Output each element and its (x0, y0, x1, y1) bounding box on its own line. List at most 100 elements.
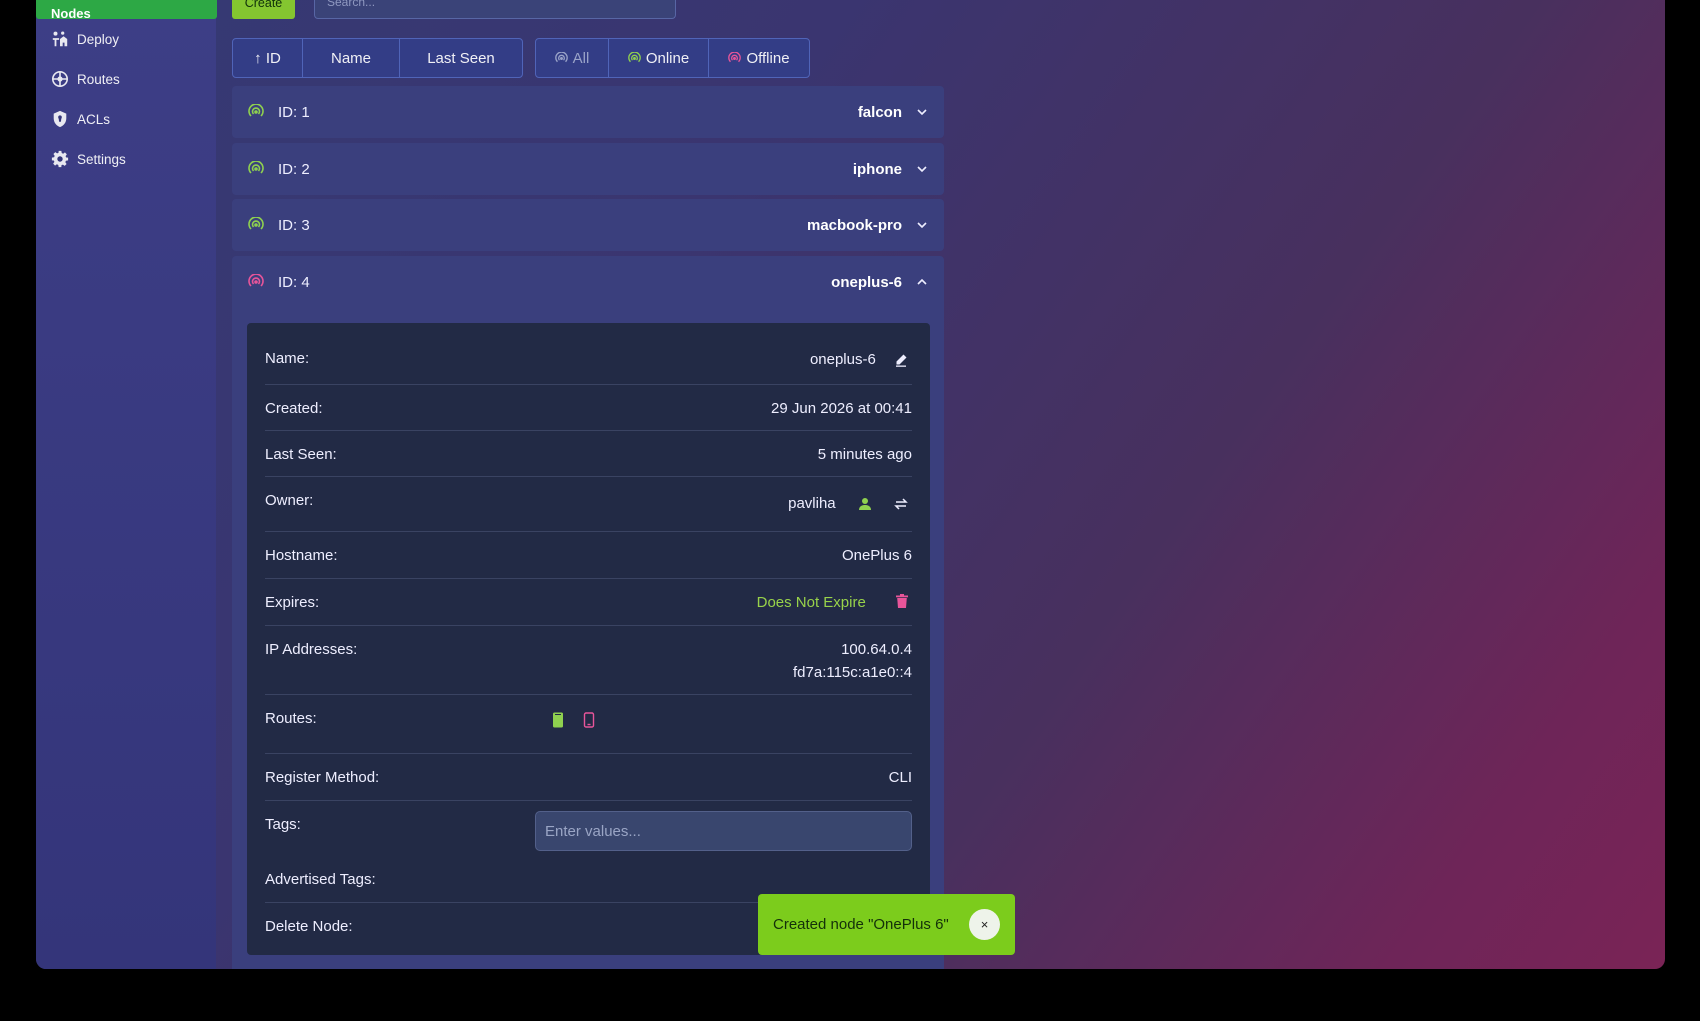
detail-label: Name: (265, 350, 310, 367)
online-signal-icon (248, 217, 264, 230)
detail-row-last-seen: Last Seen: 5 minutes ago (265, 431, 912, 477)
detail-label: Created: (265, 400, 323, 417)
detail-value: 5 minutes ago (817, 446, 912, 463)
detail-row-ip-addresses: IP Addresses: 100.64.0.4 fd7a:115c:a1e0:… (265, 626, 912, 695)
detail-label: Tags: (265, 816, 301, 833)
signal-icon (554, 51, 568, 62)
chevron-down-icon[interactable] (916, 106, 928, 118)
node-row[interactable]: ID: 3 macbook-pro (232, 199, 944, 251)
sidebar-item-routes[interactable]: Routes (51, 68, 120, 90)
toast-close-button[interactable]: × (969, 909, 1000, 940)
detail-value: oneplus-6 (810, 351, 912, 368)
node-row[interactable]: ID: 4 oneplus-6 (232, 256, 944, 308)
node-row[interactable]: ID: 1 falcon (232, 86, 944, 138)
close-icon: × (980, 917, 989, 932)
sort-name-label: Name (330, 49, 371, 67)
sort-id-button[interactable]: ↑ ID (232, 38, 303, 78)
sidebar-item-settings[interactable]: Settings (51, 148, 126, 170)
user-icon (858, 498, 871, 511)
detail-label: Owner: (265, 492, 314, 509)
chevron-up-icon[interactable] (916, 276, 928, 288)
node-name: falcon (857, 103, 902, 121)
ipv4-value: 100.64.0.4 (841, 641, 912, 658)
sidebar-item-label: Settings (77, 151, 126, 167)
detail-row-created: Created: 29 Jun 2026 at 00:41 (265, 385, 912, 431)
transfer-icon[interactable] (894, 497, 908, 511)
sort-id-label: ↑ ID (254, 49, 281, 67)
signal-icon (628, 51, 641, 62)
exit-node-disabled-icon[interactable] (583, 712, 595, 728)
filter-online-label: Online (645, 49, 690, 67)
detail-row-register-method: Register Method: CLI (265, 754, 912, 801)
detail-value: Does Not Expire (757, 594, 912, 611)
detail-value: pavliha (788, 495, 912, 512)
tags-input[interactable] (535, 811, 912, 851)
filter-online-button[interactable]: Online (608, 38, 709, 78)
node-id: ID: 2 (278, 160, 310, 178)
detail-value: CLI (888, 769, 912, 786)
node-name-value: oneplus-6 (809, 351, 876, 368)
sort-group: ↑ ID Name Last Seen (232, 38, 523, 78)
exit-node-enabled-icon[interactable] (552, 712, 564, 728)
filter-offline-label: Offline (746, 49, 790, 67)
filter-group: All Online Offline (535, 38, 810, 78)
sidebar-item-label: ACLs (77, 111, 111, 127)
deploy-icon (52, 31, 68, 47)
sidebar-item-label: Deploy (77, 31, 120, 47)
expires-value: Does Not Expire (756, 594, 866, 611)
detail-row-routes: Routes: (265, 695, 912, 754)
detail-label: Register Method: (265, 769, 380, 786)
toast-notification: Created node "OnePlus 6" × (758, 894, 1015, 955)
node-details-card: Name: oneplus-6 Created: 29 Jun 2026 at … (247, 323, 930, 955)
toast-message: Created node "OnePlus 6" (773, 916, 949, 933)
chevron-down-icon[interactable] (916, 163, 928, 175)
sidebar: Nodes Deploy Routes ACLs Settings (36, 0, 217, 969)
filter-offline-button[interactable]: Offline (708, 38, 810, 78)
detail-label: Routes: (265, 710, 317, 727)
detail-label: Last Seen: (265, 446, 337, 463)
trash-icon[interactable] (896, 594, 908, 608)
sidebar-item-acls[interactable]: ACLs (51, 108, 110, 130)
routes-icon (51, 70, 69, 88)
node-name: macbook-pro (806, 216, 902, 234)
detail-label: Delete Node: (265, 918, 353, 935)
detail-row-expires: Expires: Does Not Expire (265, 579, 912, 626)
sort-last-seen-button[interactable]: Last Seen (399, 38, 523, 78)
owner-value: pavliha (788, 495, 836, 512)
online-signal-icon (248, 161, 264, 174)
detail-label: Advertised Tags: (265, 871, 376, 888)
gear-icon (51, 150, 69, 168)
search-input[interactable]: Search... (314, 0, 676, 19)
detail-value: OnePlus 6 (841, 547, 912, 564)
detail-row-name: Name: oneplus-6 (265, 323, 912, 385)
signal-icon (728, 51, 742, 62)
detail-label: Expires: (265, 594, 320, 611)
filter-all-label: All (572, 49, 590, 67)
online-signal-icon (248, 104, 264, 117)
node-row[interactable]: ID: 2 iphone (232, 143, 944, 195)
app-window: Nodes Deploy Routes ACLs Settings Create… (36, 0, 1665, 969)
node-name: iphone (852, 160, 902, 178)
sidebar-item-nodes[interactable]: Nodes (36, 0, 217, 21)
node-name: oneplus-6 (831, 273, 902, 291)
ipv6-value: fd7a:115c:a1e0::4 (793, 664, 912, 681)
offline-signal-icon (248, 274, 264, 287)
create-button[interactable]: Create (232, 0, 295, 19)
detail-row-owner: Owner: pavliha (265, 477, 912, 532)
detail-label: Hostname: (265, 547, 338, 564)
chevron-down-icon[interactable] (916, 219, 928, 231)
sort-last-seen-label: Last Seen (427, 49, 495, 67)
filter-all-button[interactable]: All (535, 38, 609, 78)
search-placeholder: Search... (327, 0, 376, 9)
detail-label: IP Addresses: (265, 641, 358, 658)
create-button-label: Create (244, 0, 283, 10)
detail-value: 29 Jun 2026 at 00:41 (771, 400, 912, 417)
sidebar-item-label: Nodes (51, 6, 91, 21)
edit-icon[interactable] (894, 353, 908, 367)
sidebar-item-deploy[interactable]: Deploy (51, 28, 119, 50)
sidebar-item-label: Routes (77, 71, 120, 87)
shield-icon (53, 110, 67, 128)
node-id: ID: 4 (278, 273, 310, 291)
sort-name-button[interactable]: Name (302, 38, 400, 78)
detail-row-hostname: Hostname: OnePlus 6 (265, 532, 912, 579)
